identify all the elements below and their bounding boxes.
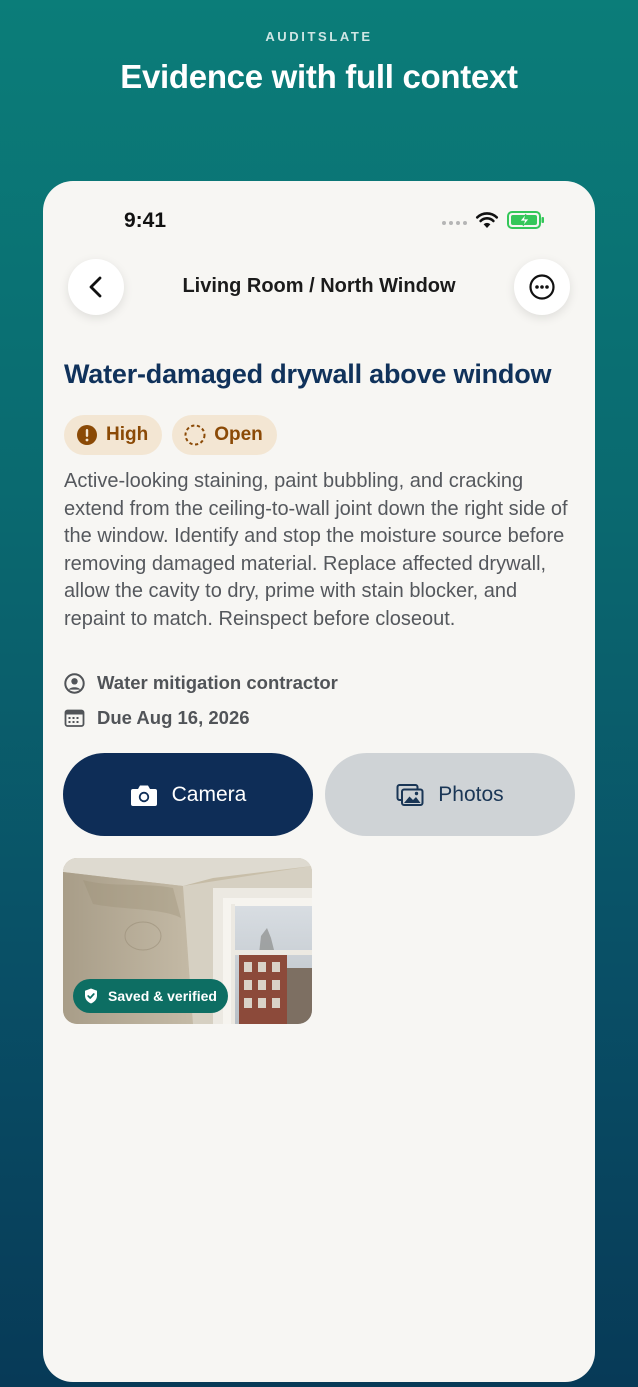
photos-button[interactable]: Photos	[325, 753, 575, 836]
more-icon	[529, 274, 555, 300]
more-options-button[interactable]	[514, 259, 570, 315]
issue-description: Active-looking staining, paint bubbling,…	[64, 470, 568, 630]
camera-icon	[130, 785, 157, 806]
battery-charging-icon	[507, 211, 544, 229]
issue-title: Water-damaged drywall above window	[64, 359, 552, 389]
status-badge: Open	[172, 415, 277, 455]
marketing-headline: Evidence with full context	[120, 58, 518, 95]
wifi-icon	[475, 212, 499, 228]
location-title: Living Room / North Window	[182, 275, 456, 297]
phone-screen: 9:41 Living Room / North Window Water-da…	[43, 181, 595, 1382]
severity-label: High	[106, 424, 149, 445]
camera-label: Camera	[171, 782, 247, 806]
issue-tags: High Open	[64, 415, 277, 455]
due-date-row: Due Aug 16, 2026	[64, 707, 250, 729]
brand-label: AUDITSLATE	[265, 29, 373, 44]
dashed-circle-icon	[184, 424, 206, 446]
camera-button[interactable]: Camera	[63, 753, 313, 836]
assignee-row: Water mitigation contractor	[64, 672, 338, 694]
calendar-icon	[64, 709, 85, 727]
verified-label: Saved & verified	[108, 988, 217, 1004]
severity-badge: High	[64, 415, 163, 455]
status-icons	[442, 211, 545, 229]
status-label: Open	[214, 424, 263, 445]
assignee-label: Water mitigation contractor	[97, 672, 338, 693]
alert-icon	[77, 425, 97, 445]
cellular-signal-icon	[442, 221, 467, 225]
shield-check-icon	[85, 988, 97, 1004]
photo-library-icon	[396, 783, 424, 806]
verified-badge: Saved & verified	[73, 979, 228, 1013]
status-time: 9:41	[124, 209, 167, 232]
person-icon	[64, 672, 85, 694]
evidence-photo-thumbnail[interactable]: Saved & verified	[63, 858, 312, 1024]
photos-label: Photos	[438, 782, 504, 806]
due-date-label: Due Aug 16, 2026	[97, 707, 250, 728]
